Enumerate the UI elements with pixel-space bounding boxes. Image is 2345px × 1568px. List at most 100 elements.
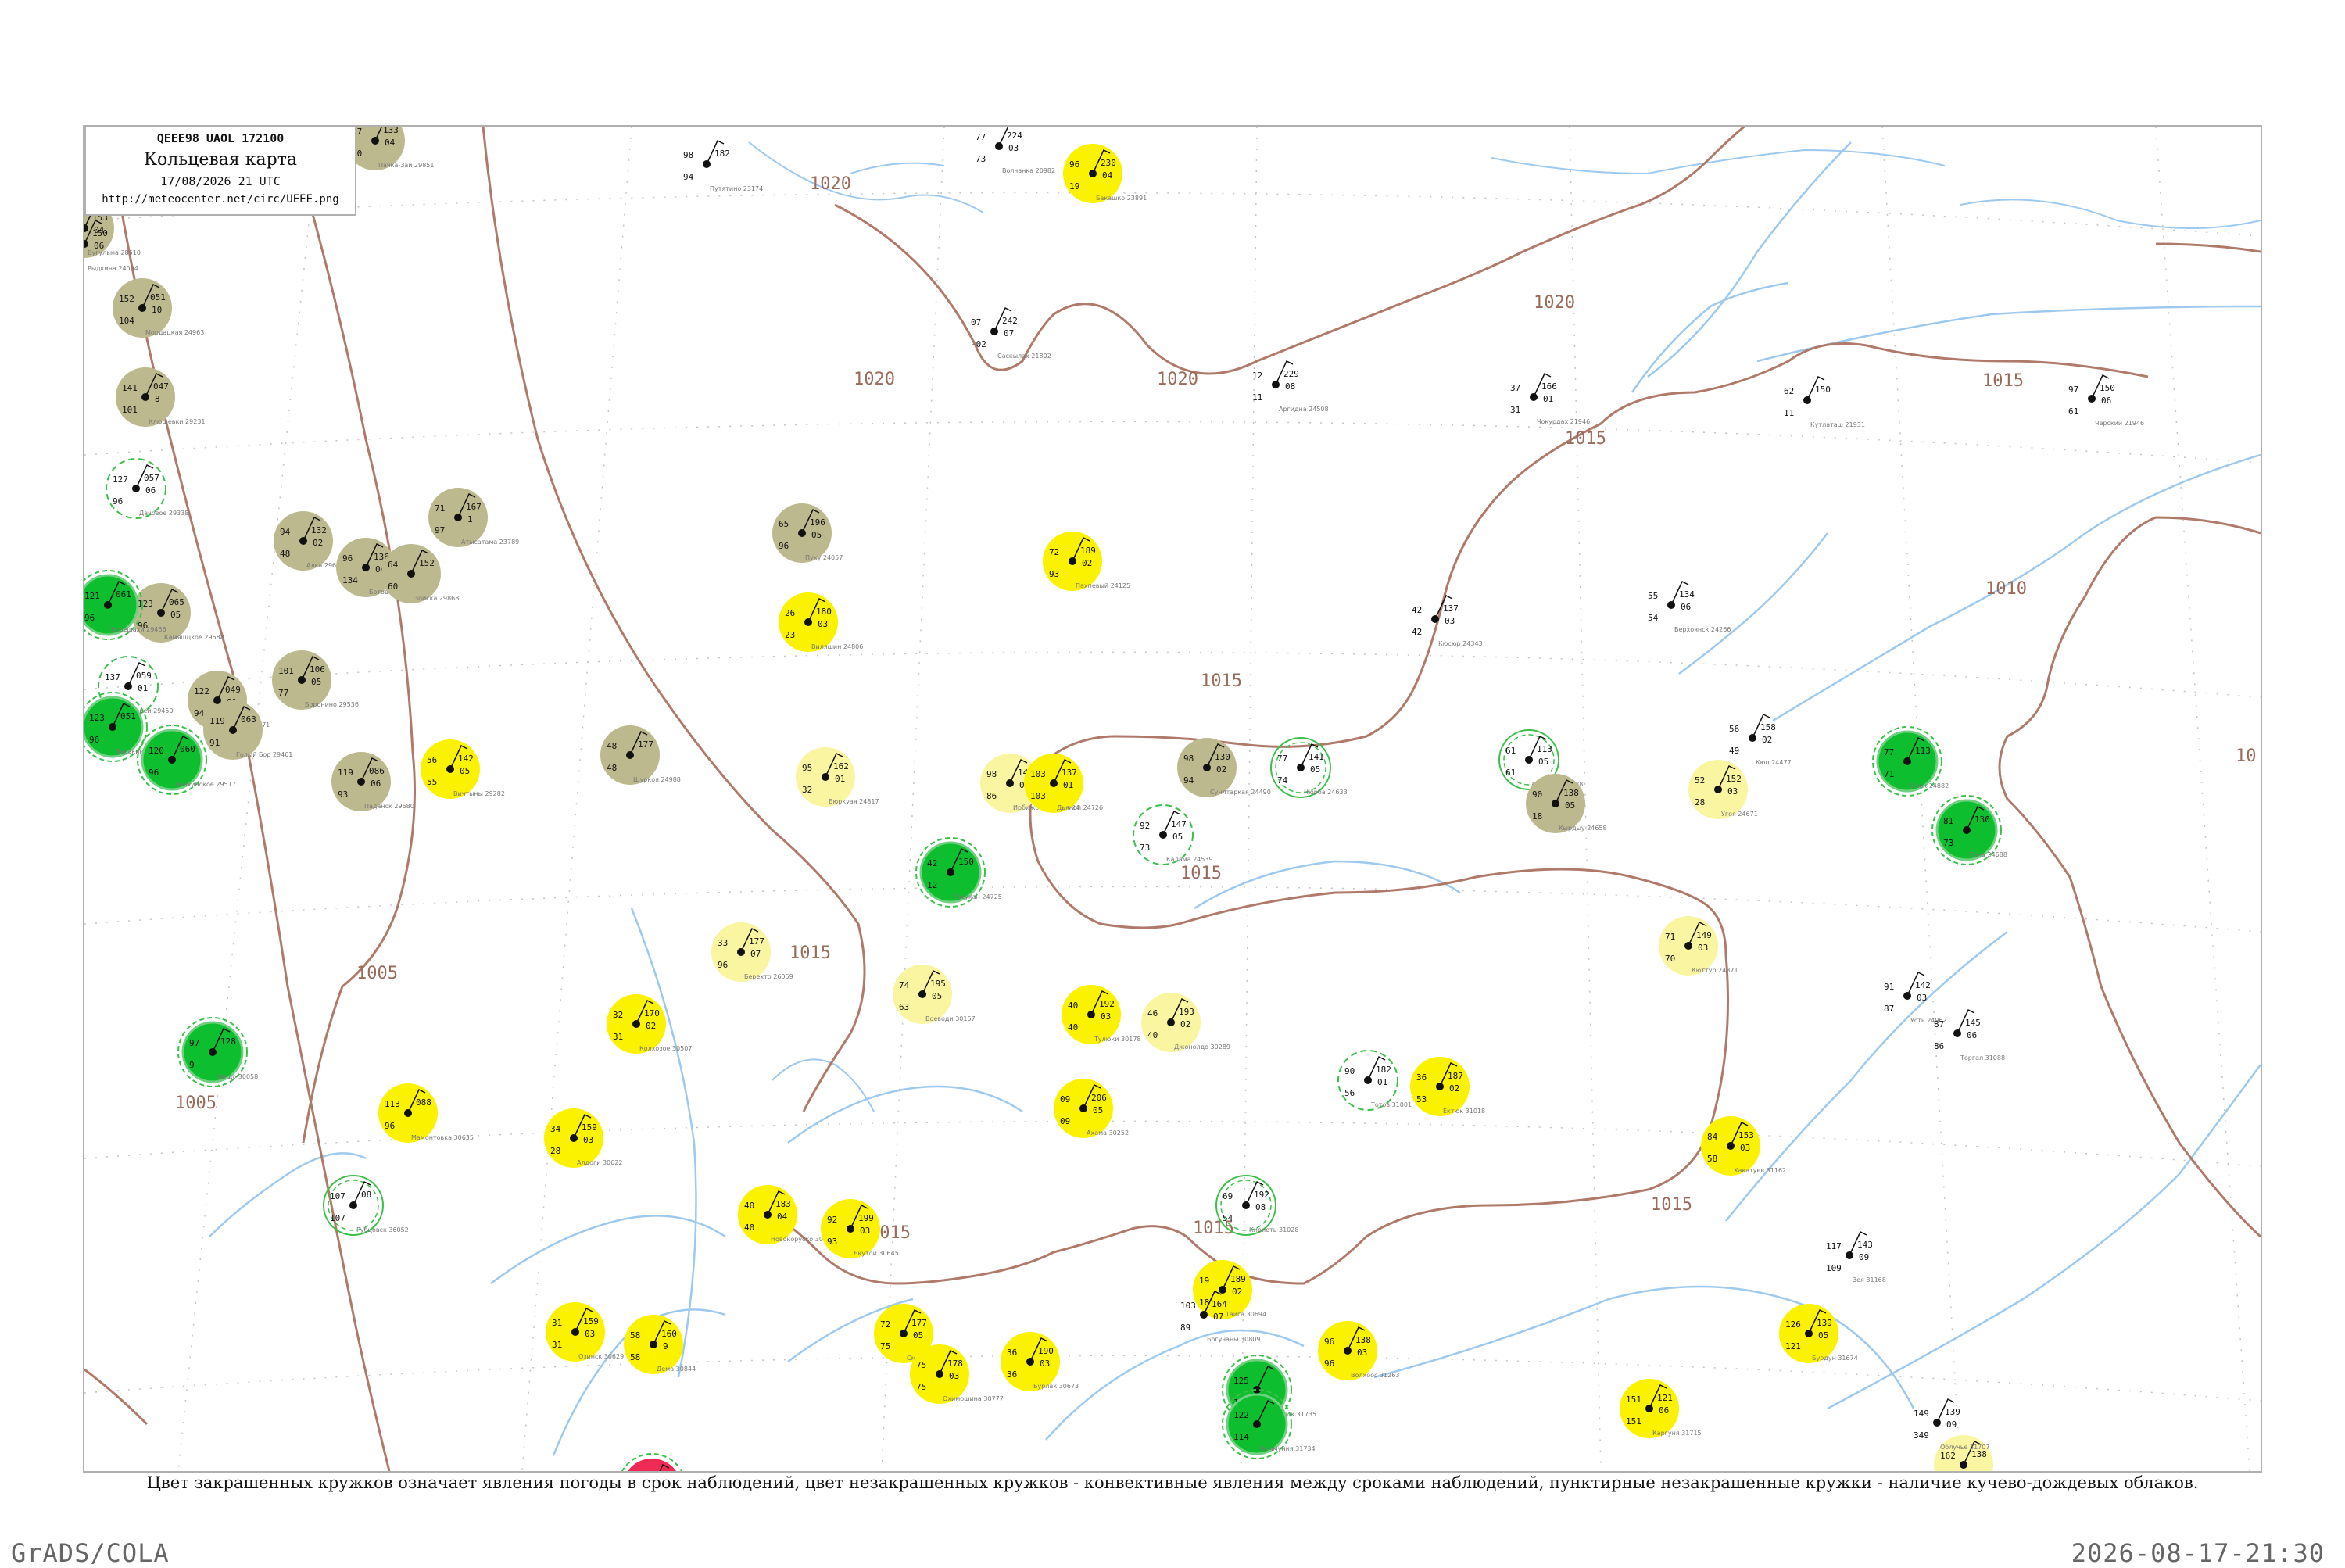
station-name: Пуку 24057 xyxy=(805,554,843,561)
pressure-value: 121 xyxy=(1657,1393,1673,1403)
pressure-value: 142 xyxy=(1915,980,1931,990)
air-temperature: 122 xyxy=(1233,1410,1249,1420)
pressure-value: 049 xyxy=(225,685,241,695)
pressure-value: 166 xyxy=(1541,381,1557,392)
dew-point: 48 xyxy=(607,763,617,773)
air-temperature: 31 xyxy=(552,1318,562,1328)
pressure-tendency: 03 xyxy=(1727,786,1738,797)
dew-point: 96 xyxy=(149,768,159,778)
map-source-url[interactable]: http://meteocenter.net/circ/UEEE.png xyxy=(86,193,355,206)
dew-point: 93 xyxy=(1049,569,1059,579)
station-name: Кандо 30058 xyxy=(216,1073,258,1080)
dew-point: 71 xyxy=(1884,769,1894,779)
pressure-tendency: 08 xyxy=(1255,1202,1266,1212)
pressure-value: 195 xyxy=(930,979,946,989)
station-name: Рыдкина 24004 xyxy=(88,265,138,272)
air-temperature: 119 xyxy=(338,768,353,778)
air-temperature: 137 xyxy=(105,672,120,682)
station-plot: 26 23 180 03 Виляшин 24806 xyxy=(779,592,863,652)
station-name: Кюсюр 24343 xyxy=(1438,640,1483,647)
air-temperature: 36 xyxy=(1416,1072,1427,1083)
pressure-value: 150 xyxy=(2100,383,2115,393)
station-name: Облучье 31707 xyxy=(1940,1444,1989,1451)
station-plot: 404018304Новокоруско 30633 xyxy=(738,1185,835,1244)
dew-point: 32 xyxy=(802,785,812,795)
station-plot: 64 60 152 Зойска 29868 xyxy=(381,544,459,603)
dew-point: 94 xyxy=(683,172,694,182)
pressure-value: 193 xyxy=(1179,1007,1194,1017)
station-plot: 119 91 063 Голый Бор 29461 xyxy=(203,700,292,760)
dew-point: 53 xyxy=(1416,1094,1427,1104)
isobar-label: 1020 xyxy=(810,174,851,194)
pressure-tendency: 05 xyxy=(1565,800,1575,811)
air-temperature: 96 xyxy=(342,553,353,564)
station-name: Кюп 24477 xyxy=(1756,759,1792,766)
pressure-tendency: 06 xyxy=(1967,1030,1977,1040)
dew-point: 75 xyxy=(880,1341,890,1351)
pressure-tendency: 03 xyxy=(1040,1359,1050,1369)
pressure-value: 133 xyxy=(383,127,399,135)
pressure-value: 061 xyxy=(116,589,131,600)
dew-point: 107 xyxy=(330,1213,345,1223)
station-name: Гасукан 24725 xyxy=(954,893,1002,900)
pressure-value: 153 xyxy=(1738,1130,1754,1140)
station-plot: 65 96 196 05 Пуку 24057 xyxy=(772,503,843,563)
station-plot: 42 42 137 03 Кюсюр 24343 xyxy=(1412,594,1483,647)
pressure-value: 113 xyxy=(1915,746,1931,756)
pressure-tendency: 03 xyxy=(1357,1348,1367,1358)
pressure-value: 137 xyxy=(1443,603,1459,614)
dew-point: 70 xyxy=(1665,954,1675,964)
air-temperature: 101 xyxy=(278,666,294,676)
dew-point: 63 xyxy=(899,1002,909,1012)
pressure-value: 152 xyxy=(419,558,435,568)
station-name: Колхозое 30507 xyxy=(639,1045,692,1052)
station-name: Торгал 31088 xyxy=(1960,1054,2005,1061)
pressure-value: 137 xyxy=(1062,768,1077,778)
pressure-tendency: 05 xyxy=(170,610,181,620)
air-temperature: 123 xyxy=(138,599,153,609)
station-name: Саскылах 21802 xyxy=(997,353,1051,360)
pressure-tendency: 05 xyxy=(311,677,321,687)
dew-point: 12 xyxy=(927,880,937,890)
station-name: Шуркоя 24988 xyxy=(633,776,681,783)
pressure-tendency: 05 xyxy=(1172,832,1183,842)
pressure-value: 060 xyxy=(180,744,195,754)
map-frame: 1020 1020 1020 1020 1015 1015 1015 1015 … xyxy=(83,125,2262,1473)
station-plot: 52 28 152 03 Угоя 24671 xyxy=(1688,760,1758,819)
pressure-value: 182 xyxy=(1376,1065,1391,1075)
air-temperature: 12 xyxy=(1252,371,1262,381)
pressure-value: 178 xyxy=(947,1359,963,1369)
dew-point: 134 xyxy=(342,575,358,585)
station-plot: 103 103 137 01 Дьяной 24726 xyxy=(1024,754,1103,813)
air-temperature: 103 xyxy=(1030,769,1046,779)
pressure-value: 106 xyxy=(310,664,325,675)
pressure-value: 143 xyxy=(1857,1240,1873,1250)
pressure-value: 196 xyxy=(810,517,825,528)
station-plot: 96 19 230 04 Бакашко 23891 xyxy=(1063,144,1147,203)
station-plot: 42 12 150 Гасукан 24725 xyxy=(915,837,1002,908)
station-name: Тайга 30694 xyxy=(1225,1311,1266,1318)
station-plot: 95 32 162 01 Бюркуая 24817 xyxy=(796,747,879,807)
station-name: Тулюки 30178 xyxy=(1094,1036,1141,1043)
air-temperature: 52 xyxy=(1695,775,1705,786)
station-plot: 944813202Алка 29682 xyxy=(274,511,344,571)
pressure-value: 139 xyxy=(1945,1407,1960,1417)
dew-point: 89 xyxy=(1180,1323,1190,1333)
pressure-value: 167 xyxy=(466,502,482,512)
pressure-value: 164 xyxy=(1212,1299,1227,1309)
air-temperature: 56 xyxy=(1729,724,1739,734)
station-name: Пачка-Заи 29851 xyxy=(378,162,435,169)
dew-point: 96 xyxy=(113,496,123,507)
station-name: Верхоянск 24266 xyxy=(1674,626,1731,633)
pressure-value: 113 xyxy=(1537,744,1552,754)
pressure-tendency: 10 xyxy=(152,305,162,315)
dew-point: 40 xyxy=(744,1223,754,1233)
dew-point: 61 xyxy=(1505,768,1516,778)
dew-point: 60 xyxy=(388,582,398,592)
station-plot: 48 48 177 Шуркоя 24988 xyxy=(600,725,681,785)
air-temperature: 123 xyxy=(89,713,105,723)
pressure-value: 180 xyxy=(816,607,832,617)
rivers xyxy=(209,141,2261,1456)
pressure-value: 160 xyxy=(661,1329,677,1339)
pressure-value: 142 xyxy=(458,754,474,764)
